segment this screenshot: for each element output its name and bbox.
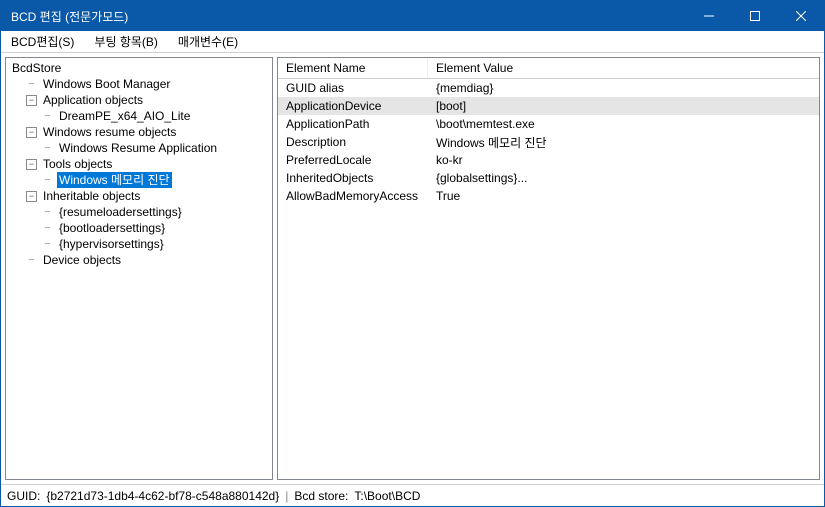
tree-leaf-icon: – bbox=[42, 108, 53, 124]
grid-row[interactable]: InheritedObjects{globalsettings}... bbox=[278, 169, 819, 187]
window-buttons bbox=[686, 1, 824, 31]
tree-leaf-icon: – bbox=[26, 76, 37, 92]
tree-leaf-icon: – bbox=[26, 252, 37, 268]
statusbar: GUID: {b2721d73-1db4-4c62-bf78-c548a8801… bbox=[1, 484, 824, 506]
tree-leaf-icon: – bbox=[42, 220, 53, 236]
status-store: T:\Boot\BCD bbox=[354, 489, 420, 503]
grid-row[interactable]: ApplicationDevice[boot] bbox=[278, 97, 819, 115]
grid-row[interactable]: AllowBadMemoryAccessTrue bbox=[278, 187, 819, 205]
tree-leaf-icon: – bbox=[42, 236, 53, 252]
tree-leaf-icon: – bbox=[42, 172, 53, 188]
grid-header-value[interactable]: Element Value bbox=[428, 58, 521, 78]
tree-item-toolsobj[interactable]: −Tools objects bbox=[6, 156, 272, 172]
tree-item-dreampe[interactable]: –DreamPE_x64_AIO_Lite bbox=[6, 108, 272, 124]
tree-pane[interactable]: BcdStore –Windows Boot Manager −Applicat… bbox=[5, 57, 273, 480]
tree-item-memdiag[interactable]: –Windows 메모리 진단 bbox=[6, 172, 272, 188]
tree-item-wbm[interactable]: –Windows Boot Manager bbox=[6, 76, 272, 92]
tree-item-root[interactable]: BcdStore bbox=[6, 60, 272, 76]
status-guid-label: GUID: bbox=[7, 489, 40, 503]
window-title: BCD 편집 (전문가모드) bbox=[11, 8, 686, 25]
tree-item-wra[interactable]: –Windows Resume Application bbox=[6, 140, 272, 156]
close-button[interactable] bbox=[778, 1, 824, 31]
tree-collapse-icon[interactable]: − bbox=[26, 127, 37, 138]
minimize-button[interactable] bbox=[686, 1, 732, 31]
tree-item-wro[interactable]: −Windows resume objects bbox=[6, 124, 272, 140]
tree-item-hypset[interactable]: –{hypervisorsettings} bbox=[6, 236, 272, 252]
menubar: BCD편집(S) 부팅 항목(B) 매개변수(E) bbox=[1, 31, 824, 53]
tree-item-bootlo[interactable]: –{bootloadersettings} bbox=[6, 220, 272, 236]
tree-item-resumelo[interactable]: –{resumeloadersettings} bbox=[6, 204, 272, 220]
grid-row[interactable]: ApplicationPath\boot\memtest.exe bbox=[278, 115, 819, 133]
status-guid: {b2721d73-1db4-4c62-bf78-c548a880142d} bbox=[46, 489, 279, 503]
status-store-label: Bcd store: bbox=[294, 489, 348, 503]
content-area: BcdStore –Windows Boot Manager −Applicat… bbox=[1, 53, 824, 484]
maximize-button[interactable] bbox=[732, 1, 778, 31]
tree-collapse-icon[interactable]: − bbox=[26, 191, 37, 202]
tree-item-devobj[interactable]: –Device objects bbox=[6, 252, 272, 268]
tree-leaf-icon: – bbox=[42, 204, 53, 220]
grid-pane[interactable]: Element Name Element Value GUID alias{me… bbox=[277, 57, 820, 480]
tree-item-inhobj[interactable]: −Inheritable objects bbox=[6, 188, 272, 204]
grid-row[interactable]: PreferredLocaleko-kr bbox=[278, 151, 819, 169]
menu-params[interactable]: 매개변수(E) bbox=[172, 31, 244, 52]
grid-row[interactable]: DescriptionWindows 메모리 진단 bbox=[278, 133, 819, 151]
tree-collapse-icon[interactable]: − bbox=[26, 159, 37, 170]
grid-body: GUID alias{memdiag} ApplicationDevice[bo… bbox=[278, 79, 819, 205]
menu-bcd-edit[interactable]: BCD편집(S) bbox=[5, 31, 80, 52]
status-separator: | bbox=[285, 489, 288, 503]
grid-header-name[interactable]: Element Name bbox=[278, 58, 428, 78]
tree-collapse-icon[interactable]: − bbox=[26, 95, 37, 106]
titlebar: BCD 편집 (전문가모드) bbox=[1, 1, 824, 31]
tree-item-appobjs[interactable]: −Application objects bbox=[6, 92, 272, 108]
grid-header: Element Name Element Value bbox=[278, 58, 819, 79]
tree: BcdStore –Windows Boot Manager −Applicat… bbox=[6, 58, 272, 270]
grid-row[interactable]: GUID alias{memdiag} bbox=[278, 79, 819, 97]
tree-leaf-icon: – bbox=[42, 140, 53, 156]
menu-boot-items[interactable]: 부팅 항목(B) bbox=[88, 31, 164, 52]
